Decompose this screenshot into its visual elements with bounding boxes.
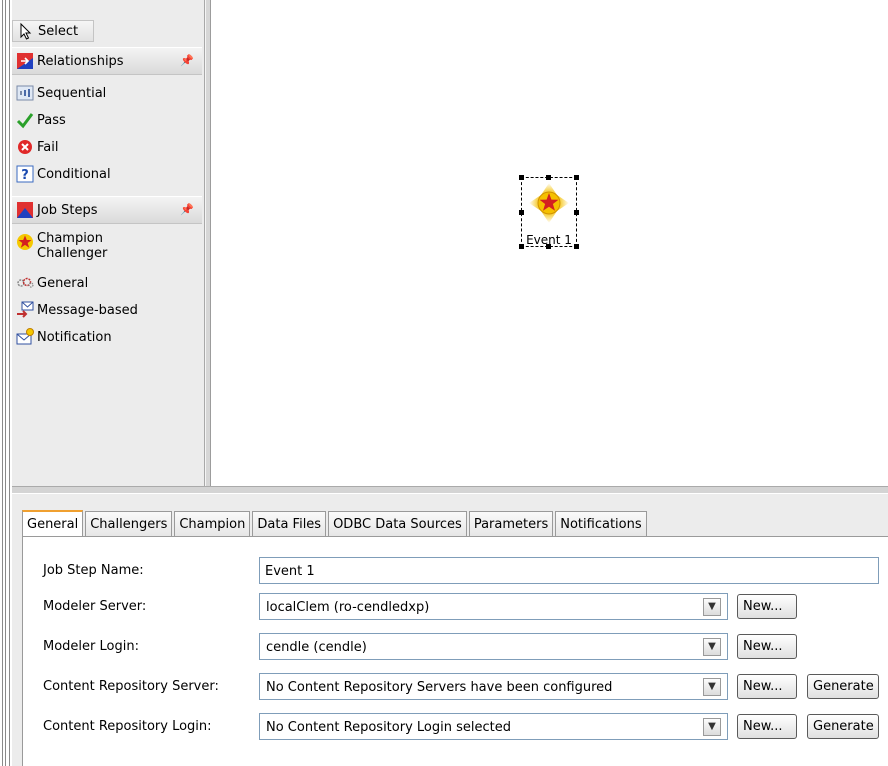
diagram-canvas[interactable]: Event 1 [211, 0, 888, 486]
palette-item-label: Sequential [37, 85, 107, 101]
chevron-down-icon[interactable]: ▼ [703, 718, 721, 736]
properties-panel: General Challengers Champion Data Files … [12, 494, 888, 766]
window-frame-left [0, 0, 12, 766]
new-cr-server-button[interactable]: New... [737, 674, 797, 699]
palette-item-message-based[interactable]: Message-based [12, 297, 202, 323]
pin-icon[interactable]: 📌 [180, 54, 194, 67]
new-cr-login-button[interactable]: New... [737, 714, 797, 739]
svg-text:?: ? [21, 168, 29, 183]
drawer-relationships[interactable]: Relationships 📌 [12, 47, 202, 75]
modeler-server-value: localClem (ro-cendledxp) [266, 600, 430, 615]
palette-select-tool[interactable]: Select [12, 20, 94, 42]
modeler-login-value: cendle (cendle) [266, 640, 367, 655]
notification-envelope-icon [16, 328, 34, 346]
champion-challenger-star-icon [16, 233, 34, 251]
drawer-job-steps[interactable]: Job Steps 📌 [12, 196, 202, 224]
palette-item-champion-challenger[interactable]: Champion Challenger [12, 231, 202, 269]
modeler-server-select[interactable]: localClem (ro-cendledxp) ▼ [259, 593, 728, 620]
palette-select-label: Select [38, 23, 79, 39]
generate-cr-server-button[interactable]: Generate [807, 674, 879, 699]
cr-server-select[interactable]: No Content Repository Servers have been … [259, 673, 728, 700]
tab-champion[interactable]: Champion [174, 511, 251, 536]
cr-server-label: Content Repository Server: [43, 679, 219, 694]
message-based-icon [16, 301, 34, 319]
job-step-name-input[interactable]: Event 1 [259, 557, 879, 584]
palette-item-label: Fail [37, 139, 59, 155]
resize-handle[interactable] [546, 175, 551, 180]
job-step-name-row: Job Step Name: Event 1 [23, 557, 883, 585]
chevron-down-icon[interactable]: ▼ [703, 678, 721, 696]
modeler-login-select[interactable]: cendle (cendle) ▼ [259, 633, 728, 660]
palette-item-sequential[interactable]: Sequential [12, 80, 202, 106]
generate-cr-login-button[interactable]: Generate [807, 714, 879, 739]
cr-login-row: Content Repository Login: No Content Rep… [23, 713, 883, 741]
resize-handle[interactable] [574, 210, 579, 215]
palette-item-pass[interactable]: Pass [12, 107, 202, 133]
general-tab-panel: Job Step Name: Event 1 Modeler Server: l… [22, 536, 888, 766]
tab-bar: General Challengers Champion Data Files … [22, 510, 649, 536]
cr-login-label: Content Repository Login: [43, 719, 212, 734]
job-step-name-label: Job Step Name: [43, 563, 144, 578]
event-node[interactable]: Event 1 [519, 175, 579, 249]
chevron-down-icon[interactable]: ▼ [703, 598, 721, 616]
cr-server-row: Content Repository Server: No Content Re… [23, 673, 883, 701]
cr-server-value: No Content Repository Servers have been … [266, 680, 613, 695]
palette-item-label: General [37, 275, 89, 291]
cr-login-select[interactable]: No Content Repository Login selected ▼ [259, 713, 728, 740]
palette-item-label: Notification [37, 329, 112, 345]
palette-item-label: Conditional [37, 166, 111, 182]
general-gear-icon [16, 274, 34, 292]
palette-item-label: Champion Challenger [37, 231, 108, 261]
pin-icon[interactable]: 📌 [180, 203, 194, 216]
tab-odbc-data-sources[interactable]: ODBC Data Sources [328, 511, 467, 536]
cr-login-value: No Content Repository Login selected [266, 720, 511, 735]
palette-item-fail[interactable]: Fail [12, 134, 202, 160]
new-modeler-login-button[interactable]: New... [737, 634, 797, 659]
modeler-login-row: Modeler Login: cendle (cendle) ▼ New... [23, 633, 883, 661]
palette-item-label: Message-based [37, 302, 138, 318]
modeler-server-row: Modeler Server: localClem (ro-cendledxp)… [23, 593, 883, 621]
sequential-icon [16, 84, 34, 102]
event-node-label[interactable]: Event 1 [521, 233, 577, 247]
palette: Select Relationships 📌 Sequential Pass F… [12, 0, 205, 486]
fail-x-icon [16, 138, 34, 156]
palette-item-general[interactable]: General [12, 270, 202, 296]
palette-item-conditional[interactable]: ? Conditional [12, 161, 202, 187]
resize-handle[interactable] [519, 210, 524, 215]
tab-parameters[interactable]: Parameters [468, 511, 554, 536]
tab-challengers[interactable]: Challengers [85, 511, 173, 536]
job-steps-icon [16, 201, 34, 219]
conditional-question-icon: ? [16, 165, 34, 183]
drawer-job-steps-label: Job Steps [37, 202, 98, 218]
select-arrow-icon [17, 22, 35, 40]
drawer-relationships-label: Relationships [37, 53, 124, 69]
resize-handle[interactable] [519, 175, 524, 180]
resize-handle[interactable] [574, 175, 579, 180]
tab-notifications[interactable]: Notifications [555, 511, 647, 536]
tab-general[interactable]: General [22, 510, 84, 536]
pass-check-icon [16, 111, 34, 129]
tab-data-files[interactable]: Data Files [252, 511, 327, 536]
palette-item-label: Pass [37, 112, 66, 128]
modeler-server-label: Modeler Server: [43, 599, 147, 614]
new-modeler-server-button[interactable]: New... [737, 594, 797, 619]
champion-challenger-node-icon [529, 183, 569, 223]
chevron-down-icon[interactable]: ▼ [703, 638, 721, 656]
panel-splitter[interactable] [12, 486, 888, 494]
palette-item-notification[interactable]: Notification [12, 324, 202, 350]
relationships-icon [16, 52, 34, 70]
modeler-login-label: Modeler Login: [43, 639, 139, 654]
